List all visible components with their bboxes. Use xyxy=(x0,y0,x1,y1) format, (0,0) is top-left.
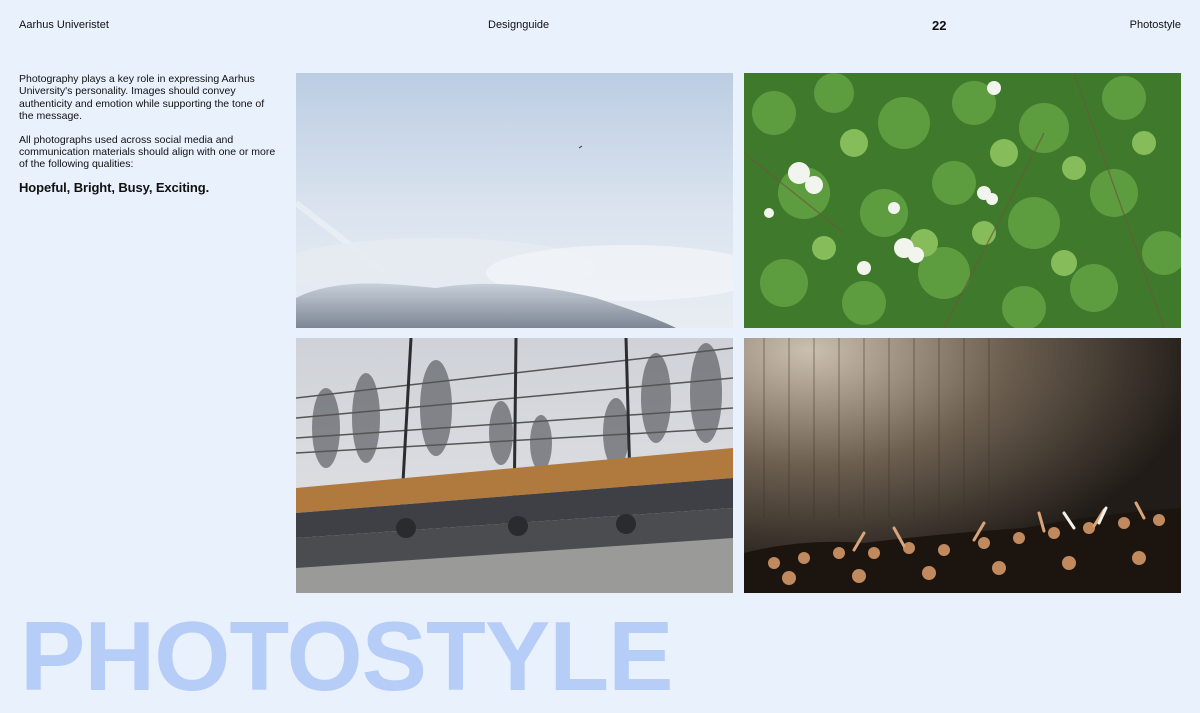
intro-paragraph-2: All photographs used across social media… xyxy=(19,133,276,171)
photo-concert xyxy=(744,338,1181,593)
photo-foliage xyxy=(744,73,1181,328)
intro-paragraph-1: Photography plays a key role in expressi… xyxy=(19,73,265,123)
doc-title: Designguide xyxy=(488,19,550,31)
qualities: Hopeful, Bright, Busy, Exciting. xyxy=(19,179,210,195)
section-name: Photostyle xyxy=(1129,19,1181,31)
page-number: 22 xyxy=(932,18,947,33)
big-title: PHOTOSTYLE xyxy=(20,601,674,711)
intro-text: Photography plays a key role in expressi… xyxy=(19,73,281,194)
photo-sky xyxy=(296,73,733,328)
org-name: Aarhus Univeristet xyxy=(19,19,109,31)
photo-bridge xyxy=(296,338,733,593)
